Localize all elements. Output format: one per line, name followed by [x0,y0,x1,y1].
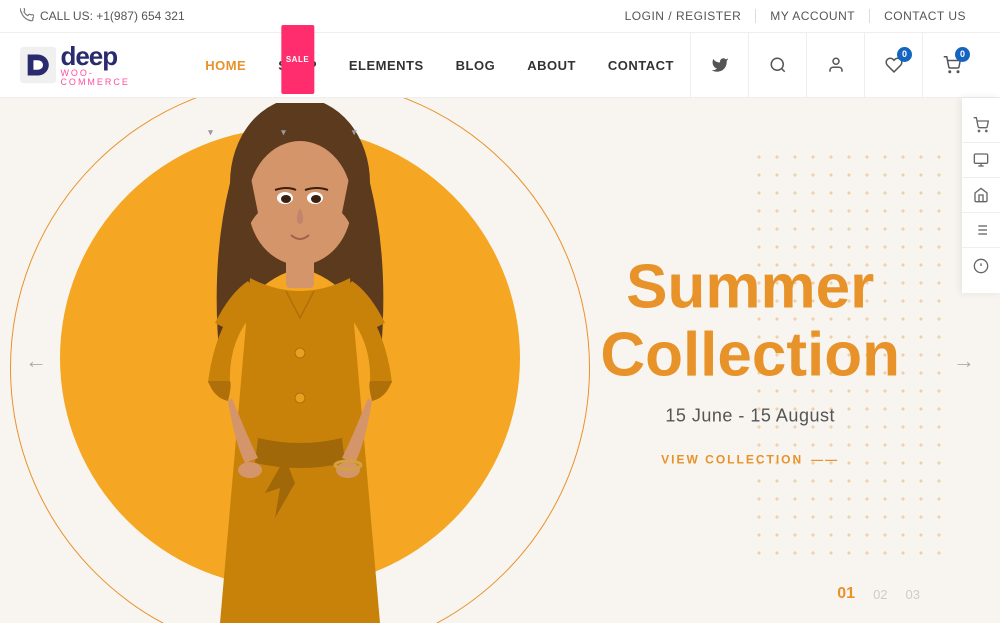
chevron-down-icon-shop: ▾ [281,127,286,137]
contact-us-link[interactable]: CONTACT US [870,9,980,23]
hero-title-line1: Summer [600,253,900,321]
chevron-down-icon: ▾ [208,127,213,137]
top-bar: CALL US: +1(987) 654 321 LOGIN / REGISTE… [0,0,1000,33]
hero-date: 15 June - 15 August [600,405,900,426]
logo-sub: WOO-COMMERCE [60,69,159,87]
hero-section: Summer Collection 15 June - 15 August VI… [0,98,1000,623]
hero-content: Summer Collection 15 June - 15 August VI… [600,253,900,468]
sidebar-home-icon[interactable] [962,178,1000,213]
account-icon [827,56,845,74]
nav-item-elements[interactable]: ELEMENTS ▾ [333,33,440,98]
hero-title-line2: Collection [600,321,900,389]
sidebar-monitor-icon[interactable] [962,143,1000,178]
sidebar-info-icon[interactable] [962,248,1000,283]
sale-badge: SALE [281,25,314,94]
wishlist-badge: 0 [897,47,912,62]
nav-link-shop[interactable]: SALE SHOP ▾ [262,33,333,98]
logo-brand: deep [60,43,159,69]
nav-item-about[interactable]: ABOUT [511,33,592,98]
cart-icon-btn[interactable]: 0 [922,33,980,98]
twitter-icon-btn[interactable] [690,33,748,98]
cart-badge: 0 [955,47,970,62]
view-collection-link[interactable]: VIEW COLLECTION [661,452,839,466]
account-icon-btn[interactable] [806,33,864,98]
slide-indicator-1[interactable]: 01 [837,585,855,603]
nav-link-contact[interactable]: CONTACT [592,33,690,98]
my-account-link[interactable]: MY ACCOUNT [756,9,870,23]
sidebar-cart-icon[interactable] [962,108,1000,143]
logo-text: deep WOO-COMMERCE [60,43,159,87]
twitter-icon [711,56,729,74]
nav-item-shop[interactable]: SALE SHOP ▾ [262,33,333,98]
slide-indicator-2[interactable]: 02 [873,587,887,602]
nav-item-home[interactable]: HOME ▾ [189,33,262,98]
nav-link-blog[interactable]: BLOG [440,33,512,98]
slide-indicator-3[interactable]: 03 [906,587,920,602]
right-sidebar [962,98,1000,293]
nav-item-contact[interactable]: CONTACT [592,33,690,98]
search-icon [769,56,787,74]
top-bar-right: LOGIN / REGISTER MY ACCOUNT CONTACT US [611,9,980,23]
wishlist-icon-btn[interactable]: 0 [864,33,922,98]
logo-icon [20,46,56,84]
nav-link-elements[interactable]: ELEMENTS ▾ [333,33,440,98]
call-label: CALL US: +1(987) 654 321 [40,9,185,23]
phone-icon [20,8,34,25]
hero-model [90,98,510,623]
nav-icons: 0 0 [690,33,980,98]
nav-bar: deep WOO-COMMERCE HOME ▾ SALE SHOP ▾ ELE… [0,33,1000,98]
chevron-down-icon-elements: ▾ [352,127,357,137]
top-bar-left: CALL US: +1(987) 654 321 [20,8,185,25]
nav-link-home[interactable]: HOME ▾ [189,33,262,98]
nav-link-about[interactable]: ABOUT [511,33,592,98]
slide-indicators: 01 02 03 [837,585,920,603]
hero-model-svg [110,103,490,623]
logo[interactable]: deep WOO-COMMERCE [20,43,159,87]
login-register-link[interactable]: LOGIN / REGISTER [611,9,757,23]
next-slide-button[interactable]: → [943,338,985,384]
hero-title: Summer Collection [600,253,900,389]
nav-item-blog[interactable]: BLOG [440,33,512,98]
sidebar-list-icon[interactable] [962,213,1000,248]
prev-slide-button[interactable]: ← [15,338,57,384]
nav-menu: HOME ▾ SALE SHOP ▾ ELEMENTS ▾ BLOG ABOUT… [189,33,690,98]
search-icon-btn[interactable] [748,33,806,98]
